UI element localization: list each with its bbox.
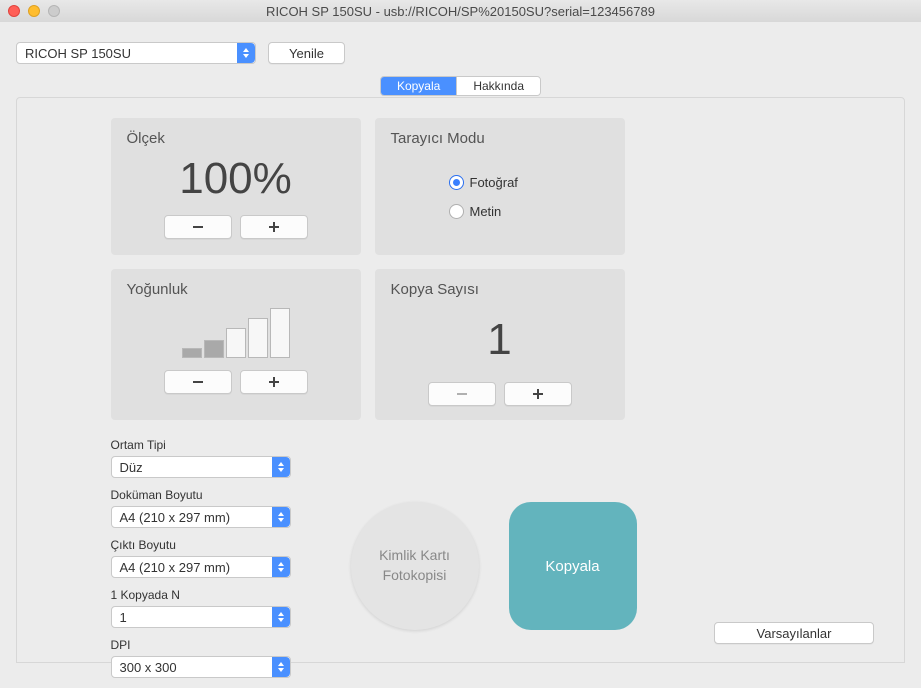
updown-arrows-icon: [272, 457, 290, 477]
density-bars-indicator: [127, 308, 345, 358]
nup-select[interactable]: 1: [111, 606, 291, 628]
nup-label: 1 Kopyada N: [111, 588, 291, 602]
refresh-button-label: Yenile: [289, 46, 324, 61]
updown-arrows-icon: [272, 607, 290, 627]
scanner-mode-card: Tarayıcı Modu Fotoğraf Metin: [375, 118, 625, 255]
plus-icon: [268, 376, 280, 388]
minus-icon: [456, 388, 468, 400]
id-card-label-line2: Fotokopisi: [383, 567, 447, 583]
scanner-mode-photo-label: Fotoğraf: [470, 175, 518, 190]
main-panel: Ölçek 100% Tarayıcı Modu: [16, 97, 905, 663]
doc-size-select[interactable]: A4 (210 x 297 mm): [111, 506, 291, 528]
copies-plus-button[interactable]: [504, 382, 572, 406]
defaults-button[interactable]: Varsayılanlar: [714, 622, 874, 644]
dpi-label: DPI: [111, 638, 291, 652]
window-titlebar: RICOH SP 150SU - usb://RICOH/SP%20150SU?…: [0, 0, 921, 22]
scale-value: 100%: [127, 157, 345, 201]
density-minus-button[interactable]: [164, 370, 232, 394]
minus-icon: [192, 376, 204, 388]
copies-card: Kopya Sayısı 1: [375, 269, 625, 420]
id-card-label-line1: Kimlik Kartı: [379, 547, 450, 563]
scanner-mode-photo-option[interactable]: Fotoğraf: [449, 175, 609, 190]
printer-select-value: RICOH SP 150SU: [17, 46, 237, 61]
scanner-mode-text-label: Metin: [470, 204, 502, 219]
scale-card: Ölçek 100%: [111, 118, 361, 255]
radio-checked-icon: [449, 175, 464, 190]
copies-value: 1: [391, 318, 609, 362]
density-plus-button[interactable]: [240, 370, 308, 394]
copies-minus-button[interactable]: [428, 382, 496, 406]
printer-select[interactable]: RICOH SP 150SU: [16, 42, 256, 64]
dpi-select[interactable]: 300 x 300: [111, 656, 291, 678]
maximize-window-button[interactable]: [48, 5, 60, 17]
tab-about[interactable]: Hakkında: [456, 77, 540, 95]
scale-title: Ölçek: [127, 130, 345, 147]
window-controls: [8, 5, 60, 17]
minus-icon: [192, 221, 204, 233]
close-window-button[interactable]: [8, 5, 20, 17]
plus-icon: [268, 221, 280, 233]
plus-icon: [532, 388, 544, 400]
updown-arrows-icon: [237, 43, 255, 63]
updown-arrows-icon: [272, 507, 290, 527]
density-title: Yoğunluk: [127, 281, 345, 298]
output-size-select[interactable]: A4 (210 x 297 mm): [111, 556, 291, 578]
window-title: RICOH SP 150SU - usb://RICOH/SP%20150SU?…: [266, 4, 655, 19]
id-card-copy-button[interactable]: Kimlik Kartı Fotokopisi: [351, 502, 479, 630]
density-card: Yoğunluk: [111, 269, 361, 420]
copy-button-label: Kopyala: [545, 558, 599, 575]
scanner-mode-title: Tarayıcı Modu: [391, 130, 609, 147]
tab-copy[interactable]: Kopyala: [381, 77, 456, 95]
media-type-select[interactable]: Düz: [111, 456, 291, 478]
copy-button[interactable]: Kopyala: [509, 502, 637, 630]
media-type-label: Ortam Tipi: [111, 438, 291, 452]
refresh-button[interactable]: Yenile: [268, 42, 345, 64]
scanner-mode-text-option[interactable]: Metin: [449, 204, 609, 219]
copies-title: Kopya Sayısı: [391, 281, 609, 298]
scale-plus-button[interactable]: [240, 215, 308, 239]
tab-bar: Kopyala Hakkında: [380, 76, 541, 96]
minimize-window-button[interactable]: [28, 5, 40, 17]
scale-minus-button[interactable]: [164, 215, 232, 239]
defaults-button-label: Varsayılanlar: [757, 626, 832, 641]
output-size-label: Çıktı Boyutu: [111, 538, 291, 552]
settings-column: Ortam Tipi Düz Doküman Boyutu A4 (210 x …: [111, 434, 291, 688]
doc-size-label: Doküman Boyutu: [111, 488, 291, 502]
updown-arrows-icon: [272, 557, 290, 577]
updown-arrows-icon: [272, 657, 290, 677]
radio-unchecked-icon: [449, 204, 464, 219]
